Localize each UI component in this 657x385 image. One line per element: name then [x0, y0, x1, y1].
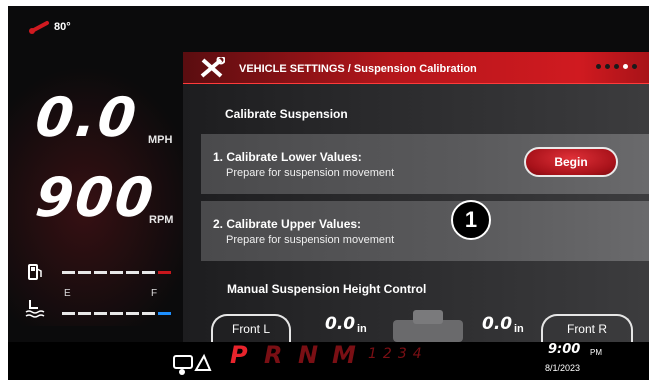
- gear-neutral: N: [298, 341, 319, 369]
- temperature-indicator: 80°: [28, 20, 71, 34]
- coolant-level-icon: [25, 300, 45, 318]
- panel-title: VEHICLE SETTINGS / Suspension Calibratio…: [239, 63, 477, 75]
- speed-unit: MPH: [148, 134, 173, 146]
- coolant-gauge-bar: [62, 312, 171, 315]
- front-right-button[interactable]: Front R: [541, 314, 633, 342]
- calibrate-lower-title: 1. Calibrate Lower Values:: [213, 150, 362, 164]
- wrench-screwdriver-icon: [200, 57, 225, 78]
- fuel-full-label: F: [151, 288, 158, 299]
- gear-manual: M: [332, 341, 356, 369]
- begin-button[interactable]: Begin: [524, 147, 618, 177]
- park-brake-warning-icon: [173, 353, 212, 375]
- front-right-height-unit: in: [514, 323, 524, 335]
- rpm-value: 900: [32, 166, 159, 229]
- speed-value: 0.0: [32, 86, 141, 149]
- front-left-height-value: 0.0: [325, 314, 356, 334]
- clock-ampm: PM: [590, 348, 602, 357]
- suspension-settings-panel: VEHICLE SETTINGS / Suspension Calibratio…: [183, 52, 649, 342]
- calibrate-lower-row: 1. Calibrate Lower Values: Prepare for s…: [201, 134, 649, 194]
- page-indicator[interactable]: [596, 64, 637, 69]
- gear-park: P: [230, 341, 248, 369]
- gear-reverse: R: [264, 341, 283, 369]
- front-left-height-unit: in: [357, 323, 367, 335]
- rpm-unit: RPM: [149, 214, 174, 226]
- front-right-height-value: 0.0: [482, 314, 513, 334]
- calibrate-section-title: Calibrate Suspension: [225, 107, 348, 121]
- calibrate-upper-subtitle: Prepare for suspension movement: [226, 234, 395, 246]
- page-dot-active[interactable]: [623, 64, 628, 69]
- clock-time: 9:00: [548, 342, 581, 357]
- calibrate-upper-row: 2. Calibrate Upper Values: Prepare for s…: [201, 201, 649, 261]
- page-dot[interactable]: [614, 64, 619, 69]
- manual-height-title: Manual Suspension Height Control: [227, 282, 427, 296]
- fuel-gauge-bar: [62, 271, 171, 274]
- fuel-empty-label: E: [64, 288, 71, 299]
- vehicle-silhouette-icon: [393, 310, 463, 342]
- panel-header: VEHICLE SETTINGS / Suspension Calibratio…: [183, 52, 649, 84]
- page-dot[interactable]: [596, 64, 601, 69]
- gear-numbers: 1234: [368, 346, 428, 362]
- front-left-button[interactable]: Front L: [211, 314, 291, 342]
- clock-date: 8/1/2023: [545, 363, 581, 373]
- page-dot[interactable]: [632, 64, 637, 69]
- fuel-pump-icon: [28, 264, 42, 280]
- calibrate-lower-subtitle: Prepare for suspension movement: [226, 167, 395, 179]
- thermometer-icon: [29, 21, 49, 34]
- page-dot[interactable]: [605, 64, 610, 69]
- temperature-value: 80°: [54, 21, 71, 33]
- calibrate-upper-title: 2. Calibrate Upper Values:: [213, 217, 362, 231]
- callout-badge: 1: [451, 200, 491, 240]
